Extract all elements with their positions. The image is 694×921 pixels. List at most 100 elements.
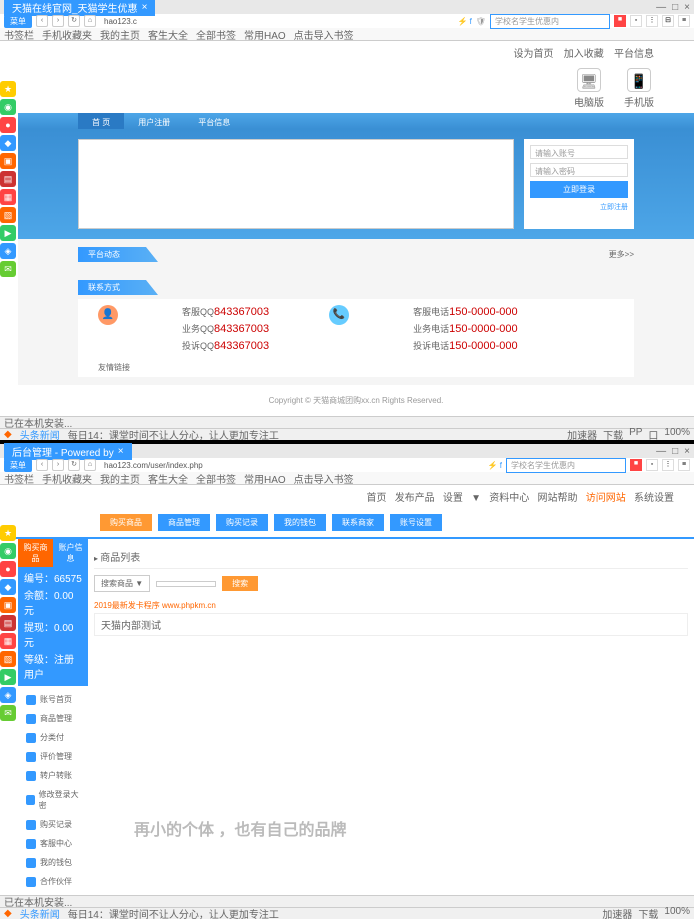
device-mobile[interactable]: 📱 手机版 — [624, 68, 654, 109]
header-link[interactable]: 设置 — [443, 493, 463, 504]
minimize-icon[interactable]: — — [656, 2, 666, 13]
dock-app-icon[interactable]: ▶ — [0, 669, 16, 685]
sidebar-menu-item[interactable]: 修改登录大密 — [18, 785, 88, 815]
dock-app-icon[interactable]: ▤ — [0, 171, 16, 187]
top-link[interactable]: 设为首页 — [514, 49, 554, 60]
back-button[interactable]: ‹ — [36, 15, 48, 27]
close-icon[interactable]: × — [118, 446, 124, 457]
maximize-icon[interactable]: □ — [672, 446, 678, 457]
home-button[interactable]: ⌂ — [84, 15, 96, 27]
dock-app-icon[interactable]: ◆ — [0, 579, 16, 595]
shield-icon[interactable]: 🛡 — [476, 17, 486, 26]
flash-icon[interactable]: ⚡ f — [457, 17, 471, 26]
sidebar-menu-item[interactable]: 合作伙伴 — [18, 872, 88, 891]
product-mgmt-button[interactable]: 商品管理 — [158, 514, 210, 531]
zoom-level[interactable]: 100% — [664, 906, 690, 921]
home-button[interactable]: ⌂ — [84, 459, 96, 471]
sidebar-menu-item[interactable]: 购买记录 — [18, 815, 88, 834]
flash-icon[interactable]: ⚡ f — [488, 461, 502, 470]
news-label[interactable]: 头条新闻 — [20, 906, 60, 921]
zoom-level[interactable]: 100% — [664, 427, 690, 442]
dock-app-icon[interactable]: ✉ — [0, 705, 16, 721]
close-icon[interactable]: × — [684, 2, 690, 13]
ext-icon[interactable]: ▫ — [646, 459, 658, 471]
bookmark-item[interactable]: 手机收藏夹 — [42, 27, 92, 42]
register-link[interactable]: 立即注册 — [530, 202, 628, 212]
reload-button[interactable]: ↻ — [68, 15, 80, 27]
search-input[interactable] — [156, 581, 216, 587]
bookmark-item[interactable]: 常用HAO — [244, 471, 286, 486]
nav-register[interactable]: 用户注册 — [124, 113, 184, 129]
bookmark-item[interactable]: 我的主页 — [100, 471, 140, 486]
more-link[interactable]: 更多>> — [609, 249, 634, 260]
close-icon[interactable]: × — [684, 446, 690, 457]
sidebar-menu-item[interactable]: 客服中心 — [18, 834, 88, 853]
minimize-icon[interactable]: — — [656, 446, 666, 457]
dock-app-icon[interactable]: ● — [0, 117, 16, 133]
dock-app-icon[interactable]: ◉ — [0, 99, 16, 115]
menu-icon[interactable]: ≡ — [678, 15, 690, 27]
dock-app-icon[interactable]: ◈ — [0, 243, 16, 259]
top-link[interactable]: 加入收藏 — [564, 49, 604, 60]
sidebar-menu-item[interactable]: 分类付 — [18, 728, 88, 747]
dock-app-icon[interactable]: ◉ — [0, 543, 16, 559]
buy-product-button[interactable]: 购买商品 — [100, 514, 152, 531]
dock-app-icon[interactable]: ▣ — [0, 153, 16, 169]
ext-icon[interactable]: ⋮ — [662, 459, 674, 471]
account-button[interactable]: 账号设置 — [390, 514, 442, 531]
search-input[interactable]: 学校名学生优惠内 — [506, 458, 626, 473]
login-button[interactable]: 立即登录 — [530, 181, 628, 198]
dock-app-icon[interactable]: ● — [0, 561, 16, 577]
status-item[interactable]: 加速器 — [602, 906, 632, 921]
sidebar-menu-item[interactable]: 转户转账 — [18, 766, 88, 785]
sidebar-tab[interactable]: 购买商品 — [18, 539, 53, 567]
dock-app-icon[interactable]: ▧ — [0, 207, 16, 223]
close-icon[interactable]: × — [142, 2, 148, 13]
dock-app-icon[interactable]: ◆ — [0, 135, 16, 151]
header-link[interactable]: 网站帮助 — [538, 493, 578, 504]
news-text[interactable]: 每日14：课堂时间不让人分心，让人更加专注工 — [68, 906, 279, 921]
nav-info[interactable]: 平台信息 — [184, 113, 244, 129]
header-link[interactable]: 访问网站 — [586, 493, 626, 504]
ext-icon[interactable]: ⊟ — [662, 15, 674, 27]
purchase-record-button[interactable]: 购买记录 — [216, 514, 268, 531]
sidebar-menu-item[interactable]: 账号首页 — [18, 690, 88, 709]
dock-app-icon[interactable]: ▧ — [0, 651, 16, 667]
dropdown-icon[interactable]: ▼ — [471, 493, 481, 504]
back-button[interactable]: ‹ — [36, 459, 48, 471]
browser-tab[interactable]: 天猫在线官网_天猫学生优惠 × — [4, 0, 155, 16]
bookmark-item[interactable]: 点击导入书签 — [294, 27, 354, 42]
header-link[interactable]: 首页 — [366, 493, 386, 504]
status-item[interactable]: PP — [629, 427, 642, 442]
dock-app-icon[interactable]: ✉ — [0, 261, 16, 277]
url-input[interactable]: hao123.c — [100, 17, 453, 26]
url-input[interactable]: hao123.com/user/index.php — [100, 461, 484, 470]
wallet-button[interactable]: 我的钱包 — [274, 514, 326, 531]
header-link[interactable]: 系统设置 — [634, 493, 674, 504]
forward-button[interactable]: › — [52, 15, 64, 27]
top-link[interactable]: 平台信息 — [614, 49, 654, 60]
sidebar-menu-item[interactable]: 我的钱包 — [18, 853, 88, 872]
dock-app-icon[interactable]: ★ — [0, 525, 16, 541]
sidebar-menu-item[interactable]: 商品管理 — [18, 709, 88, 728]
sidebar-menu-item[interactable]: 评价管理 — [18, 747, 88, 766]
news-text[interactable]: 每日14：课堂时间不让人分心，让人更加专注工 — [68, 427, 279, 442]
ext-icon[interactable]: ■ — [614, 15, 626, 27]
bookmark-item[interactable]: 书签栏 — [4, 27, 34, 42]
forward-button[interactable]: › — [52, 459, 64, 471]
dock-app-icon[interactable]: ▶ — [0, 225, 16, 241]
status-item[interactable]: 下载 — [638, 906, 658, 921]
bookmark-item[interactable]: 书签栏 — [4, 471, 34, 486]
bookmark-item[interactable]: 点击导入书签 — [294, 471, 354, 486]
dock-app-icon[interactable]: ▦ — [0, 189, 16, 205]
table-row[interactable]: 天猫内部测试 — [94, 613, 688, 636]
contact-button[interactable]: 联系商家 — [332, 514, 384, 531]
search-select[interactable]: 搜索商品 ▼ — [94, 575, 150, 592]
ext-icon[interactable]: ▫ — [630, 15, 642, 27]
reload-button[interactable]: ↻ — [68, 459, 80, 471]
bookmark-item[interactable]: 我的主页 — [100, 27, 140, 42]
bookmark-item[interactable]: 常用HAO — [244, 27, 286, 42]
nav-home[interactable]: 首 页 — [78, 113, 124, 129]
bookmark-item[interactable]: 全部书签 — [196, 27, 236, 42]
notice-text[interactable]: 2019最新发卡程序 www.phpkm.cn — [94, 598, 688, 613]
